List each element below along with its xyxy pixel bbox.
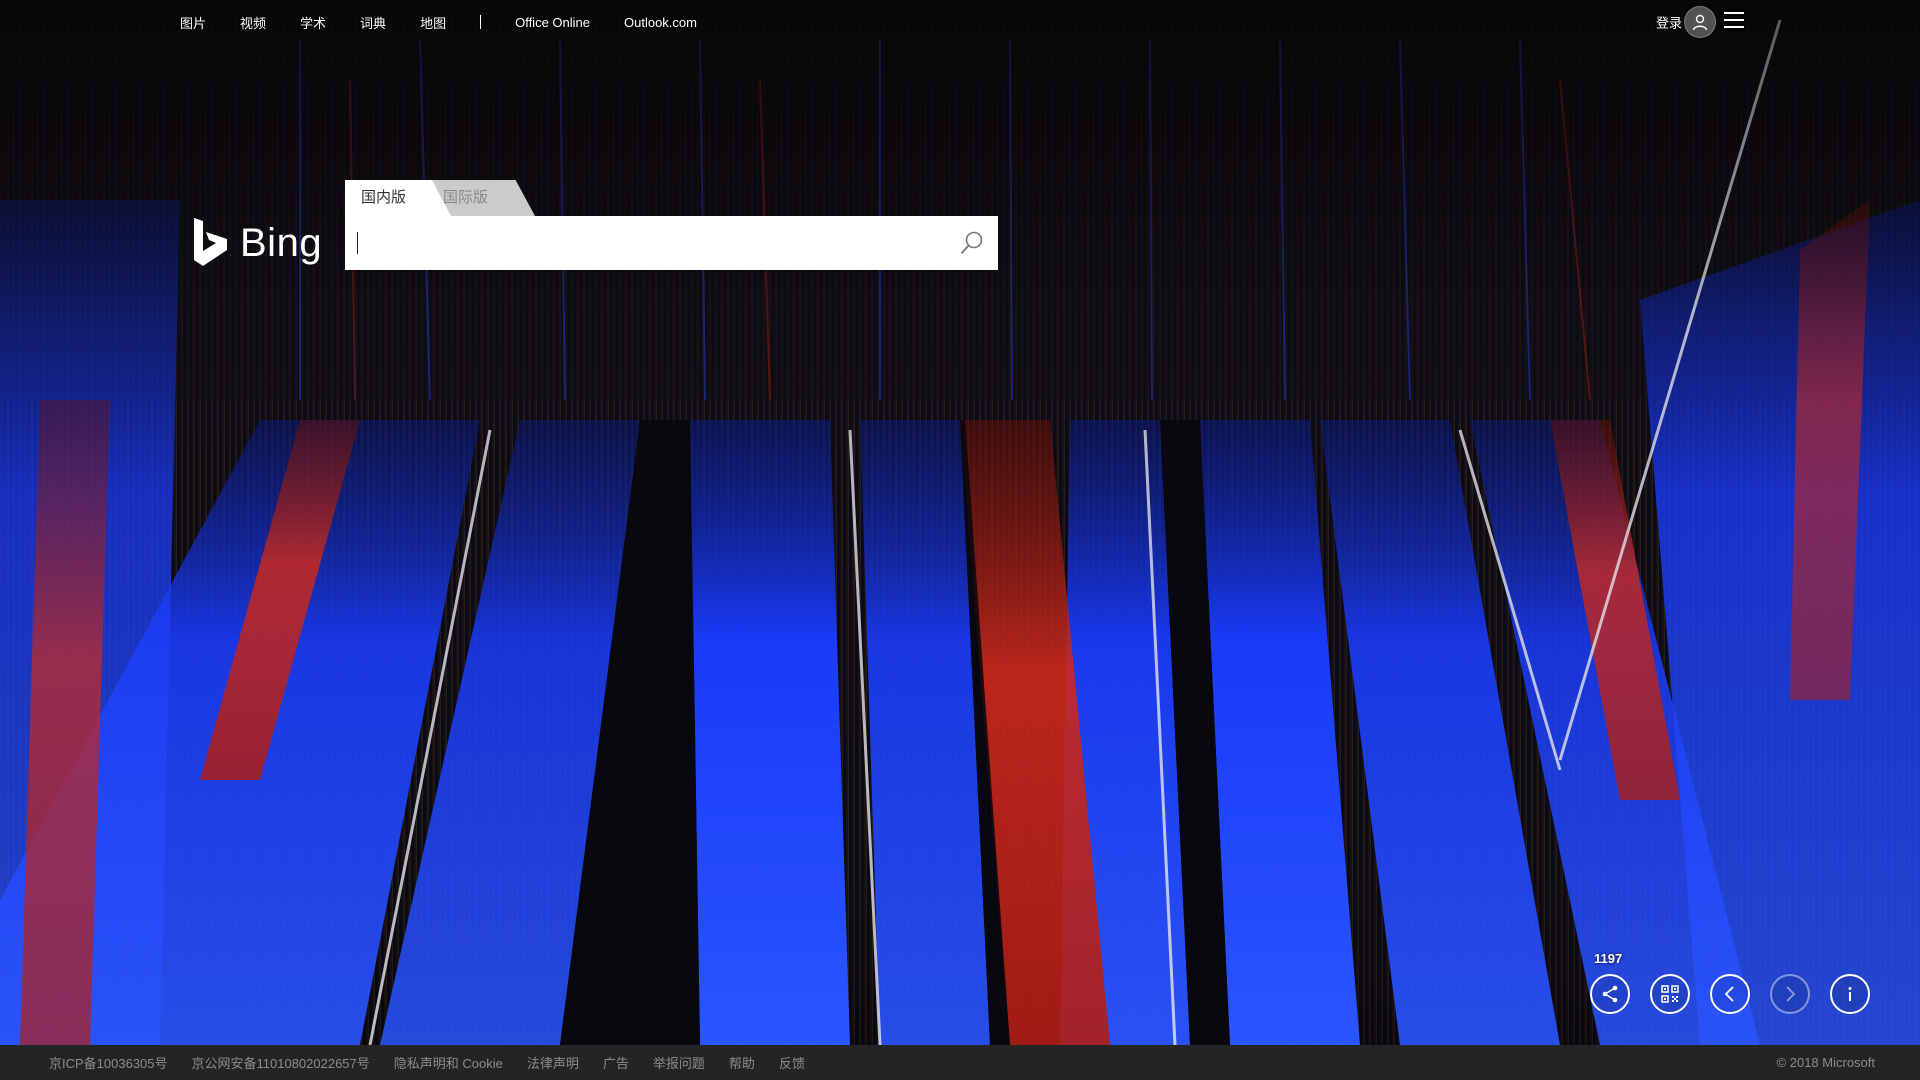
nav-link-images[interactable]: 图片 [180,13,206,32]
nav-link-outlook[interactable]: Outlook.com [624,15,697,30]
hamburger-menu-icon [1724,12,1744,14]
nav-link-videos[interactable]: 视频 [240,13,266,32]
chevron-right-icon [1786,986,1796,1002]
footer-link-icp[interactable]: 京ICP备10036305号 [49,1053,168,1072]
search-icon [960,231,983,255]
search-input[interactable] [355,216,935,270]
footer-bar: 京ICP备10036305号 京公网安备11010802022657号 隐私声明… [0,1045,1920,1080]
previous-image-button[interactable] [1710,974,1750,1014]
nav-link-dictionary[interactable]: 词典 [360,13,386,32]
nav-link-academic[interactable]: 学术 [300,13,326,32]
user-icon [1692,14,1708,31]
share-button[interactable] [1590,974,1630,1014]
top-navigation: 图片 视频 学术 词典 地图 Office Online Outlook.com… [0,0,1920,44]
footer-link-privacy-cookie[interactable]: 隐私声明和 Cookie [394,1053,503,1072]
image-info-button[interactable] [1830,974,1870,1014]
footer-link-public-security[interactable]: 京公网安备11010802022657号 [192,1053,370,1072]
footer-link-help[interactable]: 帮助 [729,1053,755,1072]
nav-separator [480,15,482,29]
share-icon [1602,985,1618,1003]
chevron-left-icon [1724,986,1734,1002]
nav-link-maps[interactable]: 地图 [420,13,446,32]
search-button[interactable] [956,227,988,259]
footer-link-feedback[interactable]: 反馈 [779,1053,805,1072]
footer-link-report-issue[interactable]: 举报问题 [653,1053,705,1072]
bing-homepage: 图片 视频 学术 词典 地图 Office Online Outlook.com… [0,0,1920,1080]
next-image-button[interactable] [1770,974,1810,1014]
info-icon [1848,987,1852,1001]
search-box [345,216,998,270]
login-link[interactable]: 登录 [1656,13,1682,32]
nav-links: 图片 视频 学术 词典 地图 Office Online Outlook.com [180,0,731,44]
hamburger-menu-icon-bar [1724,19,1744,21]
text-cursor [357,232,358,254]
qr-code-button[interactable] [1650,974,1690,1014]
loom-threads-illustration [0,0,1920,1080]
bing-b-icon [194,218,227,266]
hamburger-menu-button[interactable] [1724,12,1744,28]
bing-logo[interactable]: Bing [192,216,322,270]
image-count-badge: 1197 [1594,951,1623,966]
footer-link-legal[interactable]: 法律声明 [527,1053,579,1072]
footer-link-advertising[interactable]: 广告 [603,1053,629,1072]
footer-links: 京ICP备10036305号 京公网安备11010802022657号 隐私声明… [49,1045,829,1080]
copyright-text: © 2018 Microsoft [1776,1055,1875,1070]
user-avatar-button[interactable] [1684,6,1716,38]
tab-international-label: 国际版 [443,189,489,206]
nav-link-office-online[interactable]: Office Online [515,15,590,30]
hamburger-menu-icon-bar [1724,26,1744,28]
tab-domestic-label: 国内版 [361,189,407,206]
qr-code-icon [1661,985,1679,1003]
background-image [0,0,1920,1080]
bing-logo-text: Bing [240,220,323,265]
